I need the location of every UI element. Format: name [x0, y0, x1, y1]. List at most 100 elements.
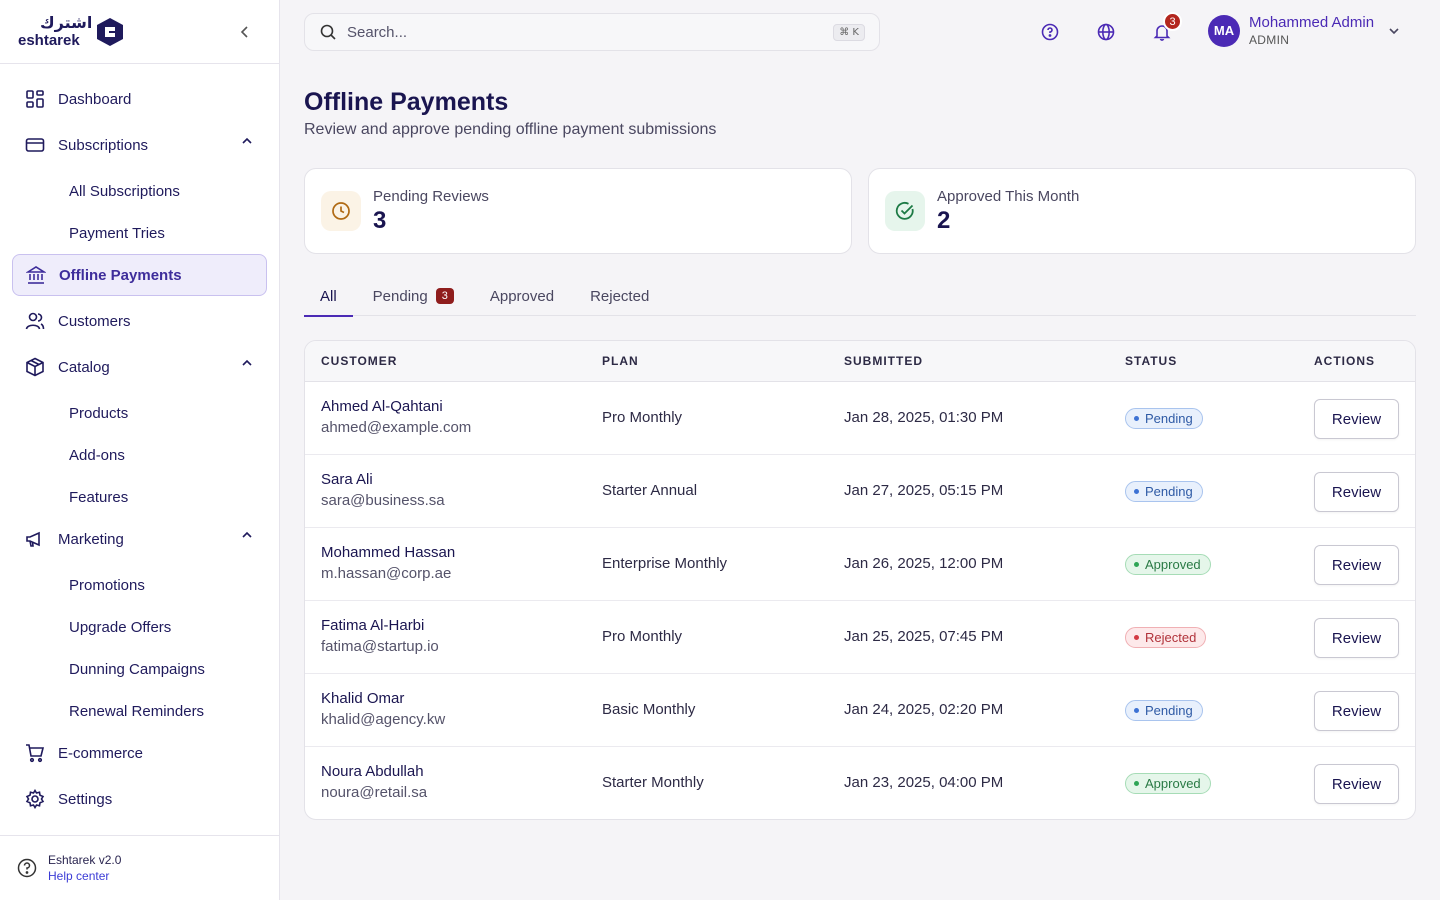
- review-button[interactable]: Review: [1314, 618, 1399, 658]
- customer-email: m.hassan@corp.ae: [321, 565, 452, 582]
- chevron-left-icon: [240, 26, 248, 38]
- tab-all[interactable]: All: [304, 276, 353, 317]
- bank-icon: [25, 264, 47, 286]
- users-icon: [24, 310, 46, 332]
- help-circle-icon: [17, 858, 37, 878]
- chevron-up-icon: [242, 137, 252, 144]
- globe-icon[interactable]: [1095, 21, 1117, 43]
- sidebar-subitem-upgrade-offers[interactable]: Upgrade Offers: [12, 606, 267, 648]
- stat-value: 2: [937, 206, 951, 234]
- sidebar-item-label: Offline Payments: [59, 266, 182, 284]
- status-dot: [1134, 416, 1139, 421]
- search-bar[interactable]: ⌘ K: [304, 13, 880, 51]
- status-badge: Pending: [1125, 481, 1203, 502]
- tab-label: Pending: [372, 287, 428, 305]
- shopping-cart-icon: [24, 742, 46, 764]
- tab-label: Rejected: [590, 287, 650, 305]
- sidebar-subitem-dunning-campaigns[interactable]: Dunning Campaigns: [12, 648, 267, 690]
- sidebar-item-label: E-commerce: [58, 744, 144, 762]
- column-header: ACTIONS: [1314, 354, 1375, 368]
- sidebar-item-marketing[interactable]: Marketing: [12, 518, 267, 560]
- status-label: Pending: [1145, 703, 1193, 718]
- sidebar-item-subscriptions[interactable]: Subscriptions: [12, 124, 267, 166]
- logo-mark-icon: [97, 17, 124, 46]
- payments-table: CUSTOMER PLAN SUBMITTED STATUS ACTIONS A…: [304, 340, 1416, 820]
- submitted-date: Jan 23, 2025, 04:00 PM: [844, 774, 1004, 791]
- status-label: Rejected: [1145, 630, 1197, 645]
- sidebar-subitem-features[interactable]: Features: [12, 476, 267, 518]
- stat-label: Approved This Month: [937, 187, 1080, 205]
- customer-name: Mohammed Hassan: [321, 544, 456, 561]
- page-subtitle: Review and approve pending offline payme…: [304, 121, 717, 138]
- review-button[interactable]: Review: [1314, 545, 1399, 585]
- sidebar-item-customers[interactable]: Customers: [12, 300, 267, 342]
- tab-rejected[interactable]: Rejected: [574, 276, 665, 316]
- sidebar-item-dashboard[interactable]: Dashboard: [12, 78, 267, 120]
- help-center-link[interactable]: Help center: [48, 869, 121, 883]
- sidebar-item-catalog[interactable]: Catalog: [12, 346, 267, 388]
- table-body: Ahmed Al-Qahtani ahmed@example.com Pro Mon…: [305, 382, 1415, 819]
- sidebar-item-label: Dashboard: [58, 90, 132, 108]
- sidebar-item-offline-payments[interactable]: Offline Payments: [12, 254, 267, 296]
- table-header: CUSTOMER PLAN SUBMITTED STATUS ACTIONS: [305, 341, 1415, 382]
- plan-name: Pro Monthly: [602, 628, 683, 645]
- sidebar-item-ecommerce[interactable]: E-commerce: [12, 732, 267, 774]
- sidebar: اشترك eshtarek Dashboard Subscriptions A…: [0, 0, 280, 900]
- tab-approved[interactable]: Approved: [474, 276, 570, 316]
- status-badge: Rejected: [1125, 627, 1207, 648]
- review-button[interactable]: Review: [1314, 691, 1399, 731]
- status-badge: Pending: [1125, 700, 1203, 721]
- tab-count-badge: 3: [435, 288, 454, 304]
- dashboard-icon: [24, 88, 46, 110]
- status-dot: [1134, 489, 1139, 494]
- check-circle-icon: [885, 191, 925, 231]
- submitted-date: Jan 25, 2025, 07:45 PM: [844, 628, 1004, 645]
- brand: اشترك eshtarek: [0, 0, 279, 64]
- plan-name: Starter Monthly: [602, 774, 704, 791]
- search-input[interactable]: [347, 23, 834, 41]
- customer-email: khalid@agency.kw: [321, 711, 446, 728]
- user-role: ADMIN: [1249, 33, 1290, 47]
- customer-name: Fatima Al-Harbi: [321, 617, 425, 634]
- customer-email: ahmed@example.com: [321, 419, 472, 436]
- collapse-sidebar-button[interactable]: [235, 22, 255, 42]
- plan-name: Pro Monthly: [602, 409, 683, 426]
- stat-card-approved: Approved This Month 2: [868, 168, 1416, 254]
- credit-card-icon: [24, 134, 46, 156]
- help-icon[interactable]: [1039, 21, 1061, 43]
- customer-name: Ahmed Al-Qahtani: [321, 398, 443, 415]
- column-header: PLAN: [602, 354, 639, 368]
- chevron-up-icon: [242, 359, 252, 366]
- review-button[interactable]: Review: [1314, 399, 1399, 439]
- logo-arabic: اشترك: [40, 13, 93, 32]
- sidebar-subitem-renewal-reminders[interactable]: Renewal Reminders: [12, 690, 267, 732]
- status-badge: Approved: [1125, 773, 1211, 794]
- status-dot: [1134, 562, 1139, 567]
- user-menu[interactable]: MA Mohammed Admin ADMIN: [1208, 14, 1400, 47]
- tab-pending[interactable]: Pending 3: [357, 276, 470, 316]
- sidebar-subitem-all-subscriptions[interactable]: All Subscriptions: [12, 170, 267, 212]
- customer-name: Sara Ali: [321, 471, 373, 488]
- logo[interactable]: اشترك eshtarek: [18, 13, 93, 49]
- submitted-date: Jan 26, 2025, 12:00 PM: [844, 555, 1004, 572]
- gear-icon: [24, 788, 46, 810]
- column-header: STATUS: [1125, 354, 1178, 368]
- status-badge: Approved: [1125, 554, 1211, 575]
- status-label: Approved: [1145, 557, 1201, 572]
- table-row: Noura Abdullah noura@retail.sa Starter Mon…: [305, 747, 1415, 819]
- user-name: Mohammed Admin: [1249, 14, 1375, 31]
- sidebar-subitem-add-ons[interactable]: Add-ons: [12, 434, 267, 476]
- customer-email: fatima@startup.io: [321, 638, 439, 655]
- table-row: Sara Ali sara@business.sa Starter Annual Ja…: [305, 455, 1415, 528]
- sidebar-item-settings[interactable]: Settings: [12, 778, 267, 820]
- review-button[interactable]: Review: [1314, 764, 1399, 804]
- column-header: SUBMITTED: [844, 354, 923, 368]
- review-button[interactable]: Review: [1314, 472, 1399, 512]
- sidebar-item-label: Catalog: [58, 358, 110, 376]
- sidebar-subitem-promotions[interactable]: Promotions: [12, 564, 267, 606]
- search-shortcut: ⌘ K: [833, 23, 865, 41]
- sidebar-subitem-payment-tries[interactable]: Payment Tries: [12, 212, 267, 254]
- search-icon: [320, 24, 336, 40]
- status-dot: [1134, 635, 1139, 640]
- sidebar-subitem-products[interactable]: Products: [12, 392, 267, 434]
